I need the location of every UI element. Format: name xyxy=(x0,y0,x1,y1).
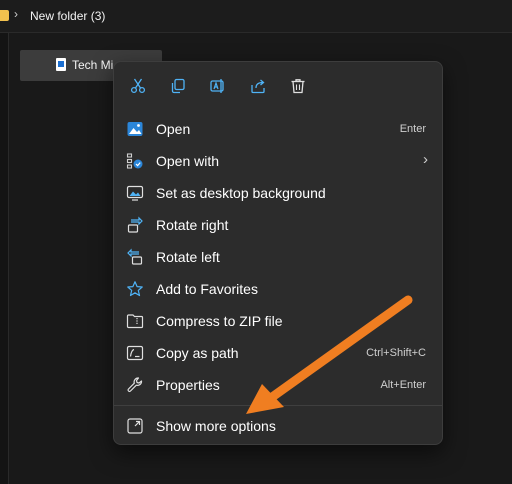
copy-button[interactable] xyxy=(164,72,192,100)
menu-item-open-with[interactable]: Open with › xyxy=(120,146,436,176)
menu-item-rotate-left[interactable]: Rotate left xyxy=(120,242,436,272)
menu-item-set-desktop-background[interactable]: Set as desktop background xyxy=(120,178,436,208)
share-icon xyxy=(251,79,265,94)
cut-button[interactable] xyxy=(124,72,152,100)
menu-item-shortcut: Alt+Enter xyxy=(380,379,426,391)
menu-item-add-to-favorites[interactable]: Add to Favorites xyxy=(120,274,436,304)
delete-button[interactable] xyxy=(284,72,312,100)
menu-item-label: Open xyxy=(156,121,191,137)
quick-actions-bar xyxy=(124,72,324,102)
rotate-left-icon xyxy=(126,248,144,266)
menu-item-shortcut: Ctrl+Shift+C xyxy=(366,347,426,359)
menu-item-label: Properties xyxy=(156,377,220,393)
rename-button[interactable] xyxy=(204,72,232,100)
menu-item-compress-zip[interactable]: Compress to ZIP file xyxy=(120,306,436,336)
desktop-background-icon xyxy=(126,184,144,202)
chevron-right-icon: › xyxy=(423,151,428,168)
navigation-pane xyxy=(0,33,9,484)
copy-path-icon xyxy=(126,344,144,362)
menu-item-label: Show more options xyxy=(156,418,276,434)
menu-item-label: Add to Favorites xyxy=(156,281,258,297)
rename-icon xyxy=(210,79,224,93)
context-menu: Open Enter Open with › Set as desktop ba… xyxy=(113,61,443,445)
rotate-right-icon xyxy=(126,216,144,234)
menu-item-label: Rotate right xyxy=(156,217,229,233)
image-open-icon xyxy=(126,120,144,138)
menu-divider xyxy=(114,405,442,406)
folder-icon xyxy=(0,10,9,21)
address-bar: › New folder (3) xyxy=(0,0,512,33)
zip-folder-icon xyxy=(126,312,144,330)
star-icon xyxy=(126,280,144,298)
menu-item-copy-as-path[interactable]: Copy as path Ctrl+Shift+C xyxy=(120,338,436,368)
menu-item-label: Compress to ZIP file xyxy=(156,313,283,329)
file-name: Tech Mi xyxy=(72,58,114,72)
expand-icon xyxy=(126,417,144,435)
open-with-icon xyxy=(126,152,144,170)
menu-item-label: Copy as path xyxy=(156,345,239,361)
image-file-icon xyxy=(56,58,66,71)
wrench-icon xyxy=(126,376,144,394)
menu-item-label: Open with xyxy=(156,153,220,169)
menu-item-properties[interactable]: Properties Alt+Enter xyxy=(120,370,436,400)
menu-item-shortcut: Enter xyxy=(399,123,426,135)
menu-item-label: Set as desktop background xyxy=(156,185,326,201)
menu-item-open[interactable]: Open Enter xyxy=(120,114,436,144)
trash-icon xyxy=(291,79,305,94)
copy-icon xyxy=(171,78,185,94)
chevron-right-icon[interactable]: › xyxy=(14,7,18,21)
menu-item-show-more-options[interactable]: Show more options xyxy=(120,411,436,441)
scissors-icon xyxy=(130,78,146,94)
menu-item-rotate-right[interactable]: Rotate right xyxy=(120,210,436,240)
breadcrumb-folder[interactable]: New folder (3) xyxy=(30,9,105,23)
share-button[interactable] xyxy=(244,72,272,100)
menu-item-label: Rotate left xyxy=(156,249,220,265)
